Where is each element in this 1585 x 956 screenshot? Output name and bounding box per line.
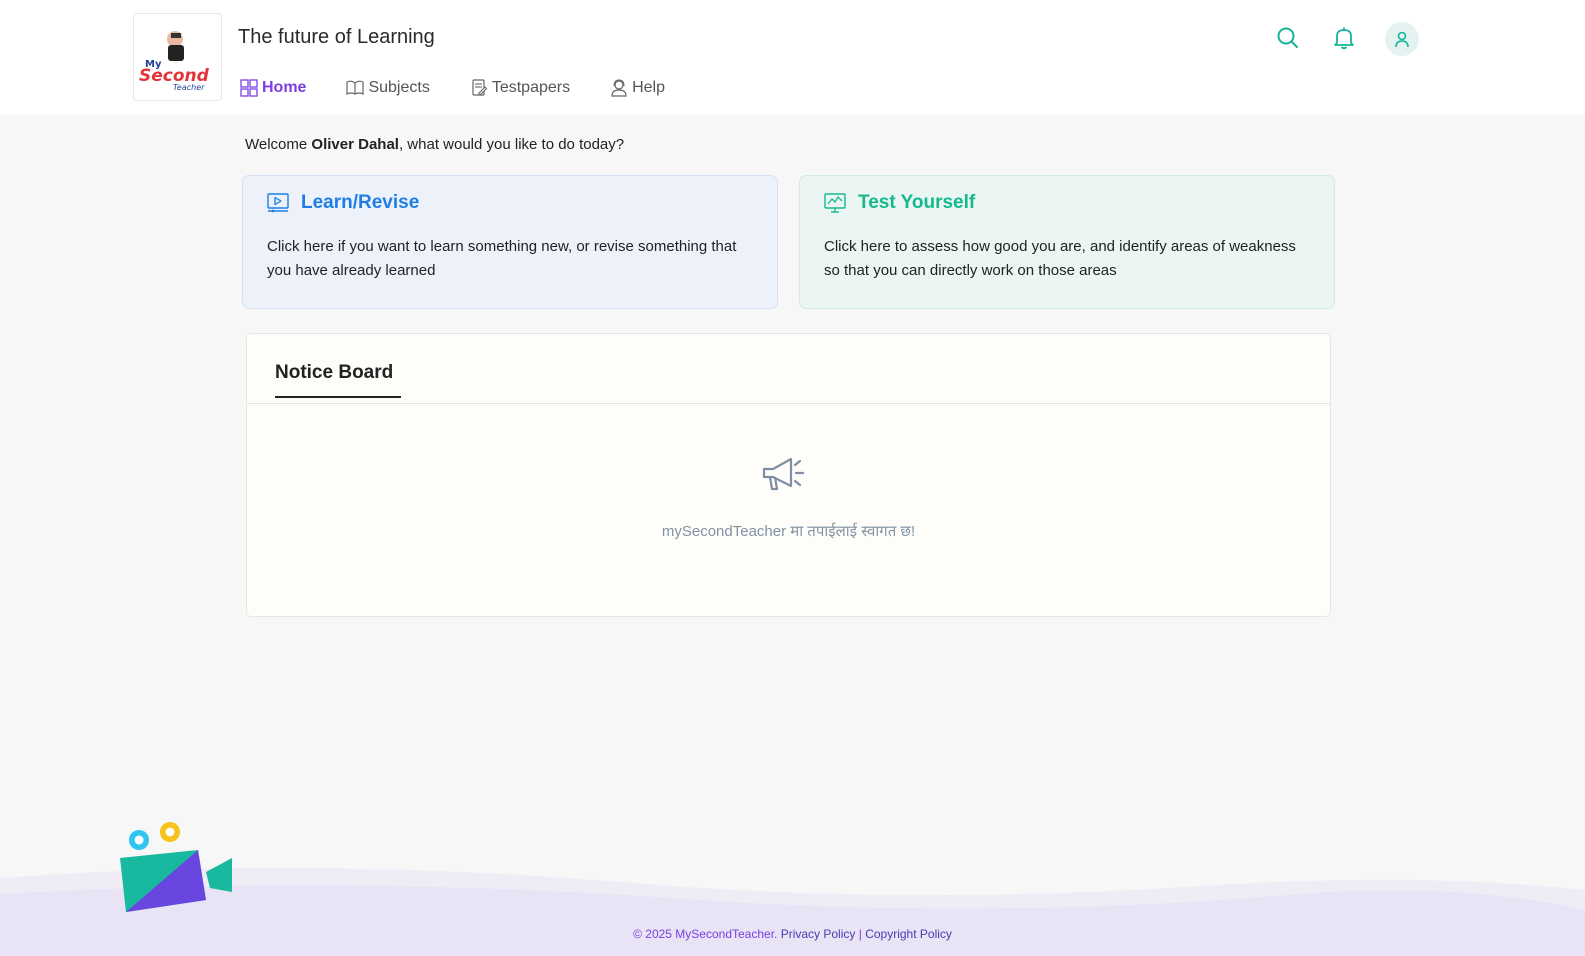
search-button[interactable] (1274, 24, 1302, 52)
svg-text:Teacher: Teacher (173, 83, 205, 92)
grid-icon (240, 79, 258, 97)
megaphone-icon (762, 457, 805, 491)
nav-testpapers[interactable]: Testpapers (470, 79, 570, 97)
top-header: My Second Teacher The future of Learning… (0, 0, 1585, 115)
learn-card-title: Learn/Revise (301, 192, 420, 213)
welcome-prefix: Welcome (245, 136, 312, 153)
notifications-button[interactable] (1330, 24, 1358, 52)
test-card-title: Test Yourself (858, 192, 976, 213)
footer-legal: © 2025 MySecondTeacher. Privacy Policy |… (0, 927, 1585, 941)
test-card-description: Click here to assess how good you are, a… (824, 238, 1296, 279)
user-icon (1395, 31, 1409, 48)
video-play-icon (267, 193, 289, 213)
nav-testpapers-label: Testpapers (491, 79, 571, 96)
nav-subjects-label: Subjects (368, 79, 430, 96)
footer-copyright: © 2025 MySecondTeacher. (633, 927, 778, 941)
nav-help[interactable]: Help (610, 79, 665, 97)
welcome-suffix: , what would you like to do today? (398, 136, 625, 153)
copyright-policy-link[interactable]: Copyright Policy (865, 927, 952, 941)
video-camera-illustration (120, 822, 232, 912)
footer-wave-decoration (0, 867, 1585, 956)
main-nav: Home Subjects Testpapers Help (240, 76, 705, 100)
test-yourself-card[interactable]: Test Yourself Click here to assess how g… (799, 175, 1335, 309)
footer-separator: | (858, 927, 862, 941)
nav-help-label: Help (632, 79, 665, 96)
test-card-header: Test Yourself (824, 192, 1310, 213)
learn-revise-card[interactable]: Learn/Revise Click here if you want to l… (242, 175, 778, 309)
privacy-policy-link[interactable]: Privacy Policy (781, 927, 856, 941)
notice-board-panel: Notice Board mySecondTeacher मा तपाईलाई … (246, 333, 1331, 617)
bell-icon (1334, 27, 1354, 50)
book-icon (346, 80, 365, 95)
brand-logo[interactable]: My Second Teacher (133, 13, 222, 101)
site-tagline: The future of Learning (238, 26, 435, 48)
support-agent-icon (611, 79, 627, 97)
logo-icon: My Second Teacher (139, 31, 209, 92)
chart-monitor-icon (824, 193, 846, 213)
nav-subjects[interactable]: Subjects (346, 79, 430, 97)
nav-home-label: Home (262, 79, 307, 96)
notice-welcome-message: mySecondTeacher मा तपाईलाई स्वागत छ! (661, 523, 916, 540)
document-edit-icon (472, 79, 488, 96)
user-name: Oliver Dahal (311, 136, 399, 153)
learn-card-header: Learn/Revise (267, 192, 753, 213)
tab-notice-board[interactable]: Notice Board (275, 362, 402, 398)
nav-home[interactable]: Home (240, 79, 306, 97)
notice-board-tabbar: Notice Board (247, 334, 1330, 404)
user-avatar-button[interactable] (1385, 22, 1419, 56)
welcome-message: Welcome Oliver Dahal, what would you lik… (245, 136, 624, 153)
learn-card-description: Click here if you want to learn somethin… (267, 238, 737, 279)
search-icon (1277, 27, 1298, 48)
